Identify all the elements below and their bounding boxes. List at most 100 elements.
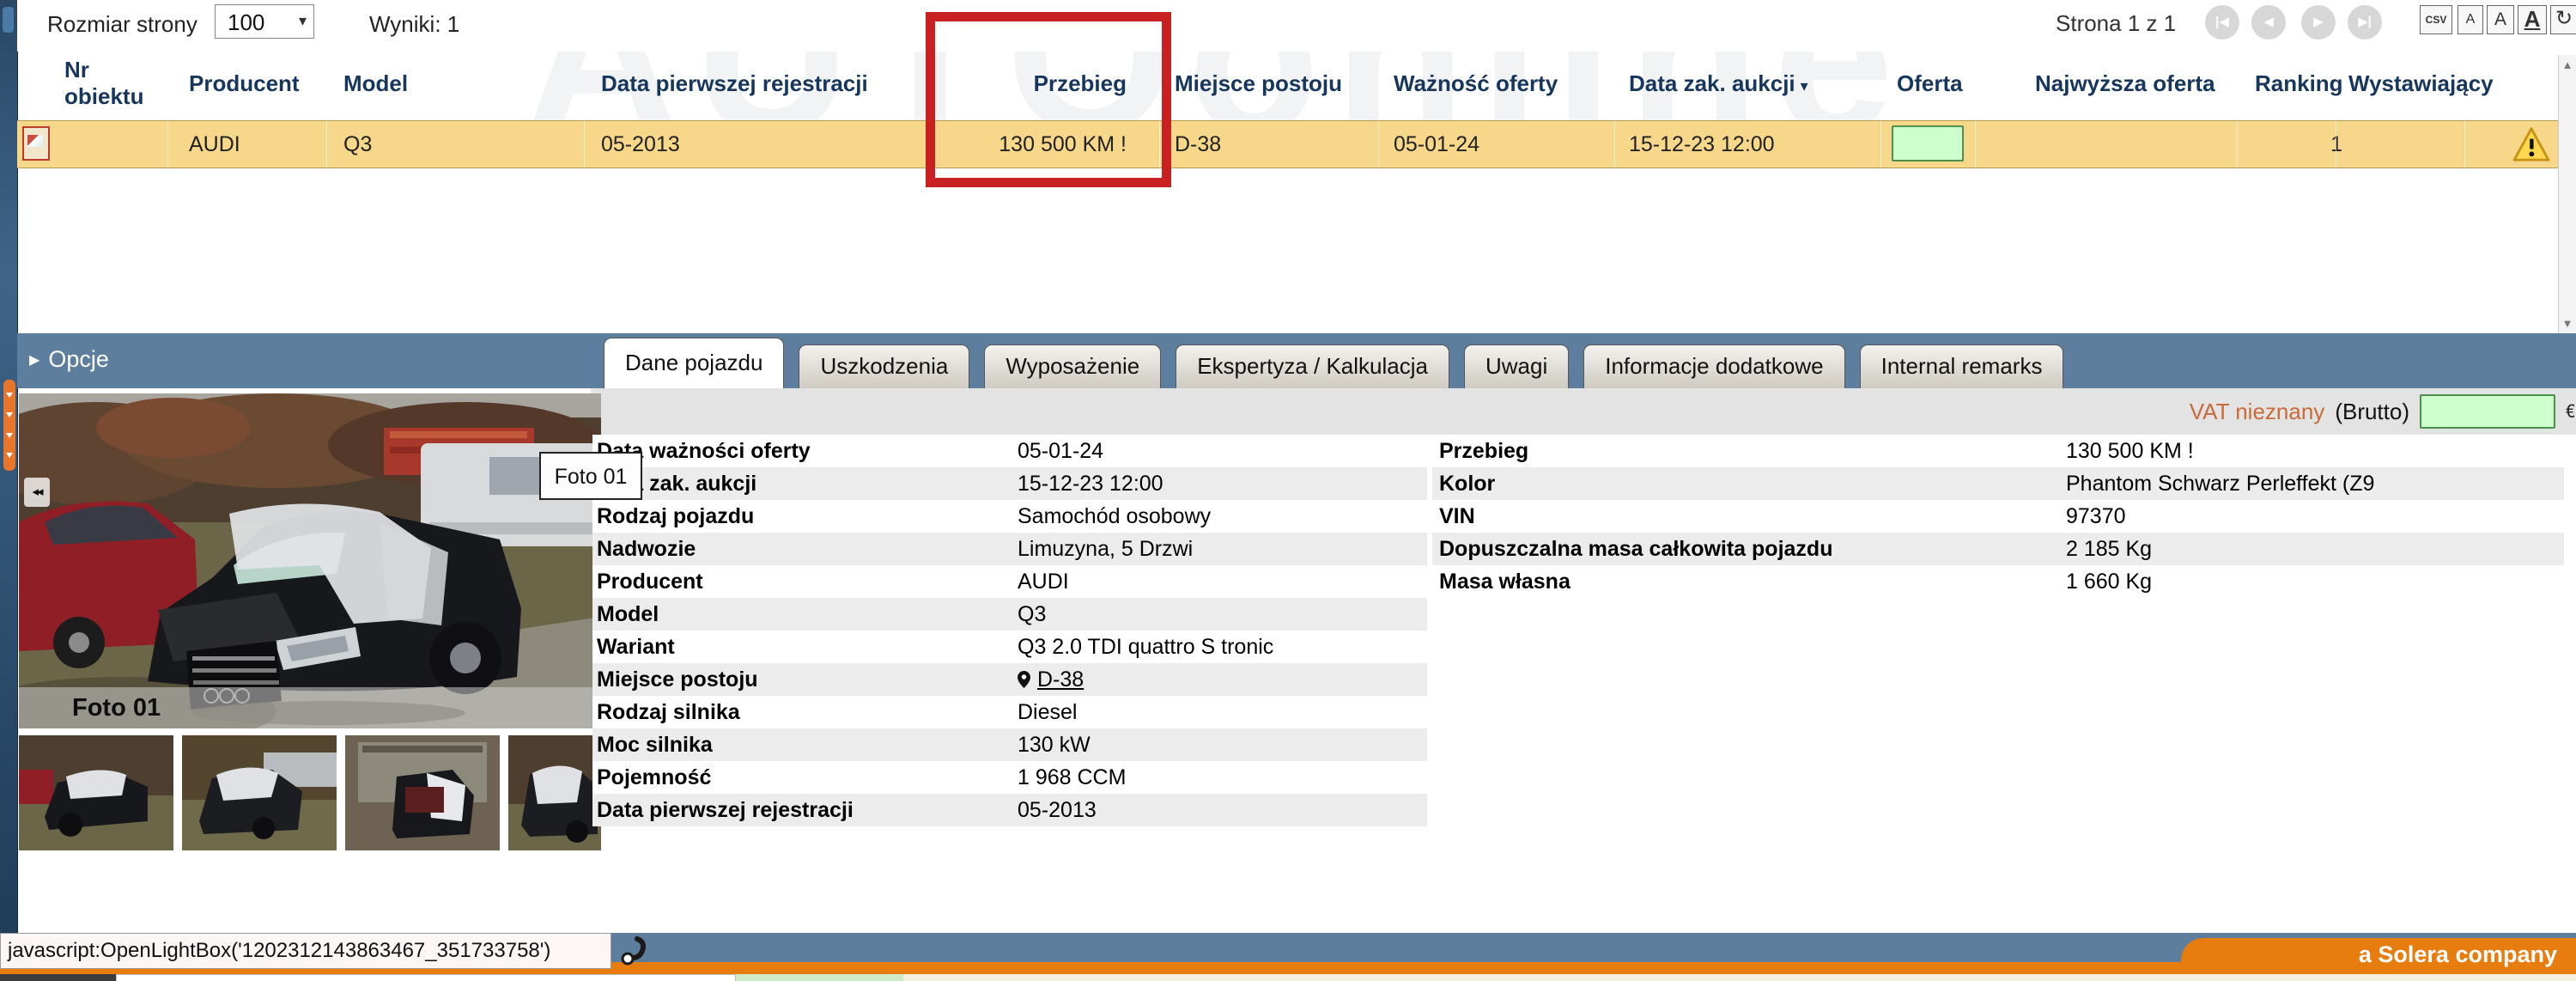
csv-export-button[interactable]: CSV	[2420, 5, 2452, 34]
detail-tabs: Dane pojazdu Uszkodzenia Wyposażenie Eksper…	[604, 338, 2063, 388]
vat-suffix: (Brutto)	[2335, 399, 2409, 425]
panel-collapse-handle[interactable]	[3, 380, 15, 471]
font-size-small-button[interactable]: A	[2458, 5, 2483, 34]
results-count: Wyniki: 1	[369, 11, 459, 38]
tab[interactable]: Informacje dodatkowe	[1583, 344, 1844, 388]
cell-data-zak-aukcji: 15-12-23 12:00	[1629, 121, 1775, 168]
last-page-button[interactable]: ▶|	[2348, 5, 2382, 40]
cell-data-pierwszej-rejestracji: 05-2013	[601, 121, 680, 168]
column-header-najwyzsza-oferta[interactable]: Najwyższa oferta	[2035, 70, 2215, 97]
font-size-large-button[interactable]: A	[2518, 5, 2547, 34]
detail-value: 15-12-23 12:00	[1018, 472, 1163, 496]
detail-value: Q3 2.0 TDI quattro S tronic	[1018, 635, 1273, 659]
tab[interactable]: Wyposażenie	[984, 344, 1161, 388]
column-header-model[interactable]: Model	[343, 70, 408, 97]
tab[interactable]: Ekspertyza / Kalkulacja	[1176, 344, 1449, 388]
detail-value: D-38	[1037, 667, 1084, 692]
row-photo-icon[interactable]	[22, 126, 50, 161]
detail-row: ProducentAUDI	[592, 565, 1427, 598]
options-bar: ▶Opcje Dane pojazdu Uszkodzenia Wyposażeni…	[17, 333, 2576, 388]
bid-input[interactable]	[1892, 125, 1964, 161]
detail-value: 130 kW	[1018, 733, 1091, 757]
scroll-up-icon[interactable]: ▲	[2559, 58, 2576, 71]
detail-value: 130 500 KM !	[2066, 439, 2194, 463]
column-header-waznosc-oferty[interactable]: Ważność oferty	[1394, 70, 1558, 97]
font-size-medium-button[interactable]: A	[2487, 5, 2514, 34]
options-arrow-icon: ▶	[29, 353, 39, 368]
cell-producent: AUDI	[189, 121, 240, 168]
detail-row: WariantQ3 2.0 TDI quattro S tronic	[592, 631, 1427, 663]
next-page-button[interactable]: ▶	[2301, 5, 2336, 40]
page-size-label: Rozmiar strony	[47, 11, 197, 38]
left-rail	[0, 0, 18, 981]
detail-row: ModelQ3	[592, 598, 1427, 631]
detail-row: Pojemność1 968 CCM	[592, 761, 1427, 794]
sort-down-icon: ▾	[1801, 77, 1808, 94]
photo-collapse-button[interactable]: ◂◂	[24, 478, 50, 507]
photo-hover-tooltip: Foto 01	[539, 452, 642, 500]
tab[interactable]: Dane pojazdu	[604, 338, 784, 390]
column-header-wystawiajacy[interactable]: Wystawiający	[2348, 70, 2494, 97]
photo-caption: Foto 01	[19, 687, 601, 728]
red-annotation-rectangle	[926, 12, 1171, 187]
solera-brand: a Solera company	[2181, 938, 2576, 974]
detail-row: Data zak. aukcji15-12-23 12:00	[592, 467, 1427, 500]
detail-row: Rodzaj pojazduSamochód osobowy	[592, 500, 1427, 533]
toolbar: Rozmiar strony 100 ▾ Wyniki: 1 Strona 1 …	[17, 0, 2576, 52]
first-page-button[interactable]: |◀	[2205, 5, 2239, 40]
detail-value: 2 185 Kg	[2066, 537, 2152, 561]
detail-value: Q3	[1018, 602, 1046, 626]
results-table-header: Nr obiektu Producent Model Data pierwsze…	[17, 53, 2559, 113]
scroll-down-icon[interactable]: ▼	[2559, 317, 2576, 330]
page-size-select[interactable]: 100 ▾	[215, 4, 314, 39]
detail-value: 97370	[2066, 504, 2126, 528]
vehicle-photo[interactable]: Foto 01	[19, 393, 601, 728]
table-scrollbar[interactable]: ▲ ▼	[2558, 55, 2576, 333]
thumbnail-2[interactable]	[182, 735, 337, 850]
column-header-data-zak-aukcji[interactable]: Data zak. aukcji▾	[1629, 70, 1808, 97]
tab[interactable]: Internal remarks	[1860, 344, 2064, 388]
refresh-button[interactable]: ↻	[2550, 5, 2576, 34]
prev-page-button[interactable]: ◀	[2251, 5, 2286, 40]
currency-symbol: €	[2566, 400, 2574, 423]
tab[interactable]: Uszkodzenia	[799, 344, 969, 388]
warning-icon[interactable]	[2512, 127, 2550, 161]
detail-row: Dopuszczalna masa całkowita pojazdu2 185…	[1432, 533, 2564, 565]
cell-ranking: 1	[2215, 121, 2342, 168]
detail-row: NadwozieLimuzyna, 5 Drzwi	[592, 533, 1427, 565]
detail-value: Diesel	[1018, 700, 1077, 724]
detail-value: 05-2013	[1018, 798, 1097, 822]
photo-thumbnails	[19, 735, 601, 850]
column-header-producent[interactable]: Producent	[189, 70, 300, 97]
column-header-ranking[interactable]: Ranking	[2255, 70, 2343, 97]
detail-value: Samochód osobowy	[1018, 504, 1211, 528]
vat-band: VAT nieznany (Brutto) €	[591, 388, 2576, 435]
options-toggle[interactable]: ▶Opcje	[29, 346, 109, 373]
vehicle-details-right: Przebieg130 500 KM ! KolorPhantom Schwar…	[1432, 435, 2564, 598]
detail-value: Phantom Schwarz Perleffekt (Z9	[2066, 472, 2374, 496]
vat-bid-input[interactable]	[2420, 394, 2555, 429]
column-header-nr-obiektu[interactable]: Nr obiektu	[64, 57, 167, 110]
rail-cap	[3, 7, 14, 33]
column-header-oferta[interactable]: Oferta	[1897, 70, 1963, 97]
app-root: AUTOonline Rozmiar strony 100 ▾ Wyniki: …	[0, 0, 2576, 981]
detail-value: 1 968 CCM	[1018, 765, 1126, 789]
vat-status: VAT nieznany	[2190, 399, 2325, 425]
thumbnail-3[interactable]	[345, 735, 500, 850]
detail-row: Data ważności oferty05-01-24	[592, 435, 1427, 467]
tab[interactable]: Uwagi	[1464, 344, 1569, 388]
auction-row[interactable]: AUDI Q3 05-2013 130 500 KM ! D-38 05-01-…	[17, 120, 2576, 168]
column-header-data-pierwszej-rejestracji[interactable]: Data pierwszej rejestracji	[601, 70, 868, 97]
thumbnail-4[interactable]	[508, 735, 601, 850]
status-link-text: javascript:OpenLightBox('120231214386346…	[0, 933, 611, 969]
detail-row: KolorPhantom Schwarz Perleffekt (Z9	[1432, 467, 2564, 500]
location-pin-icon	[1018, 671, 1030, 688]
vehicle-details-left: Data ważności oferty05-01-24 Data zak. a…	[592, 435, 1427, 826]
cell-model: Q3	[343, 121, 372, 168]
page-size-value: 100	[228, 9, 264, 36]
page-info: Strona 1 z 1	[2056, 10, 2176, 37]
detail-row: Moc silnika130 kW	[592, 728, 1427, 761]
column-header-miejsce-postoju[interactable]: Miejsce postoju	[1175, 70, 1342, 97]
detail-row: Miejsce postojuD-38	[592, 663, 1427, 696]
thumbnail-1[interactable]	[19, 735, 173, 850]
